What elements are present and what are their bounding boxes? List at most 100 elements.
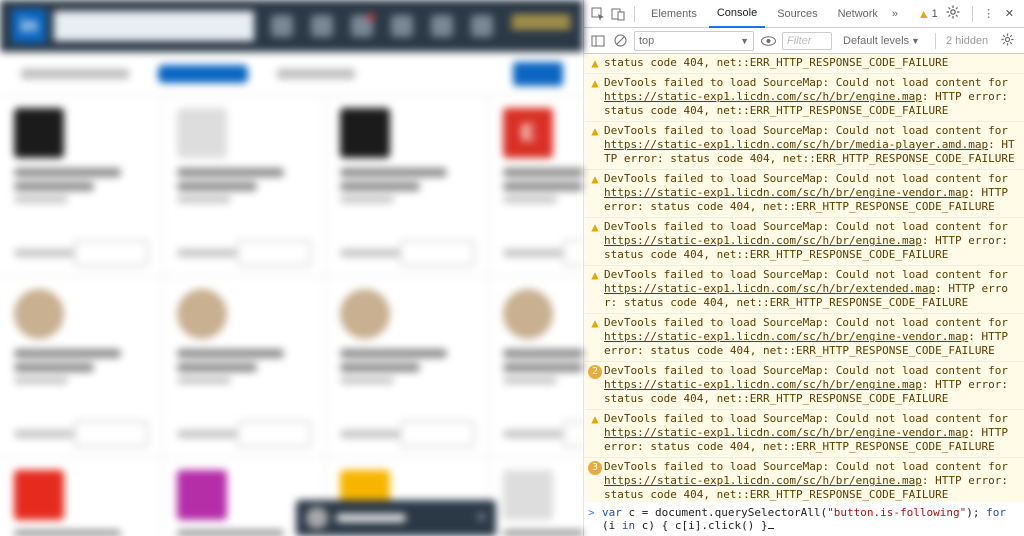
chevron-down-icon: ▼ [740,36,749,46]
following-button[interactable] [237,421,311,447]
live-expression-icon[interactable] [760,33,776,49]
tab-following[interactable] [158,65,248,83]
warning-icon: ▲ [591,413,598,454]
hidden-count[interactable]: 2 hidden [946,35,988,47]
kebab-icon[interactable]: ⋮ [981,6,997,22]
messaging-icon[interactable] [431,15,453,37]
more-tabs-icon[interactable]: » [892,8,898,20]
console-warning-row[interactable]: ▲DevTools failed to load SourceMap: Coul… [584,218,1024,266]
sourcemap-link[interactable]: https://static-exp1.licdn.com/sc/h/br/me… [604,138,988,151]
following-card [326,277,488,457]
console-log[interactable]: ▲status code 404, net::ERR_HTTP_RESPONSE… [584,54,1024,502]
sidebar-toggle-icon[interactable] [590,33,606,49]
card-avatar[interactable] [177,289,227,339]
clear-console-icon[interactable] [612,33,628,49]
warning-text: DevTools failed to load SourceMap: Could… [604,268,1020,310]
posts-count [503,430,563,438]
tab-sources[interactable]: Sources [769,0,825,28]
tab-fresh[interactable] [20,69,130,79]
card-avatar[interactable] [340,108,390,158]
console-warning-row[interactable]: ▲DevTools failed to load SourceMap: Coul… [584,410,1024,458]
search-input[interactable] [54,11,254,41]
card-avatar[interactable] [503,289,553,339]
following-button[interactable] [563,240,583,266]
console-warning-row[interactable]: ▲DevTools failed to load SourceMap: Coul… [584,122,1024,170]
chat-dock[interactable]: × [296,500,496,536]
settings-icon[interactable] [942,5,964,22]
tab-followers[interactable] [276,69,356,79]
warning-badge[interactable]: ▲ 1 [918,7,938,21]
posts-count [177,430,237,438]
warning-text: DevTools failed to load SourceMap: Could… [604,220,1020,262]
card-avatar[interactable] [503,470,553,520]
linkedin-page: in E × [0,0,583,536]
sourcemap-link[interactable]: https://static-exp1.licdn.com/sc/h/br/en… [604,426,968,439]
console-warning-row[interactable]: ▲DevTools failed to load SourceMap: Coul… [584,314,1024,362]
sourcemap-link[interactable]: https://static-exp1.licdn.com/sc/h/br/en… [604,90,922,103]
jobs-icon[interactable] [391,15,413,37]
sourcemap-link[interactable]: https://static-exp1.licdn.com/sc/h/br/en… [604,474,922,487]
tab-network[interactable]: Network [830,0,886,28]
card-avatar[interactable] [14,108,64,158]
repeat-count-badge: 3 [588,461,602,475]
console-warning-row[interactable]: ▲DevTools failed to load SourceMap: Coul… [584,74,1024,122]
following-card [0,96,162,276]
following-button[interactable] [74,421,148,447]
tab-console[interactable]: Console [709,0,765,28]
devtools-tabbar: Elements Console Sources Network » ▲ 1 ⋮… [584,0,1024,28]
following-card: E [489,96,583,276]
warning-icon: ▲ [591,317,598,358]
console-warning-row[interactable]: ▲DevTools failed to load SourceMap: Coul… [584,266,1024,314]
following-button[interactable] [237,240,311,266]
console-settings-icon[interactable] [997,33,1018,49]
home-icon[interactable] [271,15,293,37]
following-button[interactable] [400,240,474,266]
console-warning-row[interactable]: ▲DevTools failed to load SourceMap: Coul… [584,170,1024,218]
levels-selector[interactable]: Default levels ▼ [838,31,925,51]
prompt-code[interactable]: var c = document.querySelectorAll("butto… [602,506,1020,532]
card-avatar[interactable]: E [503,108,553,158]
warning-text: DevTools failed to load SourceMap: Could… [604,172,1020,214]
card-avatar[interactable] [14,470,64,520]
repeat-count-badge: 2 [588,365,602,379]
context-value: top [639,35,654,47]
sourcemap-link[interactable]: https://static-exp1.licdn.com/sc/h/br/en… [604,234,922,247]
premium-link[interactable] [511,15,571,37]
sourcemap-link[interactable]: https://static-exp1.licdn.com/sc/h/br/en… [604,330,968,343]
following-button[interactable] [74,240,148,266]
warning-text: DevTools failed to load SourceMap: Could… [604,76,1020,118]
posts-count [177,249,237,257]
context-selector[interactable]: top ▼ [634,31,754,51]
posts-count [340,249,400,257]
network-icon[interactable] [311,15,333,37]
tab-elements[interactable]: Elements [643,0,705,28]
levels-value: Default levels [843,35,909,47]
card-avatar[interactable] [14,289,64,339]
card-title-block [14,530,148,536]
following-button[interactable] [563,421,583,447]
filter-input[interactable]: Filter [782,32,832,50]
card-title-block [340,168,474,203]
console-prompt[interactable]: > var c = document.querySelectorAll("but… [584,502,1024,536]
card-avatar[interactable] [340,289,390,339]
sourcemap-link[interactable]: https://static-exp1.licdn.com/sc/h/br/en… [604,186,968,199]
close-icon[interactable]: × [477,509,486,527]
linkedin-logo-icon[interactable]: in [12,9,46,43]
console-warning-row[interactable]: 2DevTools failed to load SourceMap: Coul… [584,362,1024,410]
device-toggle-icon[interactable] [610,6,626,22]
following-card [163,277,325,457]
card-avatar[interactable] [177,470,227,520]
console-warning-row[interactable]: 3DevTools failed to load SourceMap: Coul… [584,458,1024,502]
following-card [489,277,583,457]
inspect-icon[interactable] [590,6,606,22]
following-button[interactable] [400,421,474,447]
console-warning-row[interactable]: ▲status code 404, net::ERR_HTTP_RESPONSE… [584,54,1024,74]
close-devtools-icon[interactable]: ✕ [1001,7,1018,20]
done-button[interactable] [513,62,563,86]
warning-icon: ▲ [591,269,598,310]
sourcemap-link[interactable]: https://static-exp1.licdn.com/sc/h/br/ex… [604,282,935,295]
card-avatar[interactable] [177,108,227,158]
notifications-icon[interactable] [351,15,373,37]
me-icon[interactable] [471,15,493,37]
sourcemap-link[interactable]: https://static-exp1.licdn.com/sc/h/br/en… [604,378,922,391]
